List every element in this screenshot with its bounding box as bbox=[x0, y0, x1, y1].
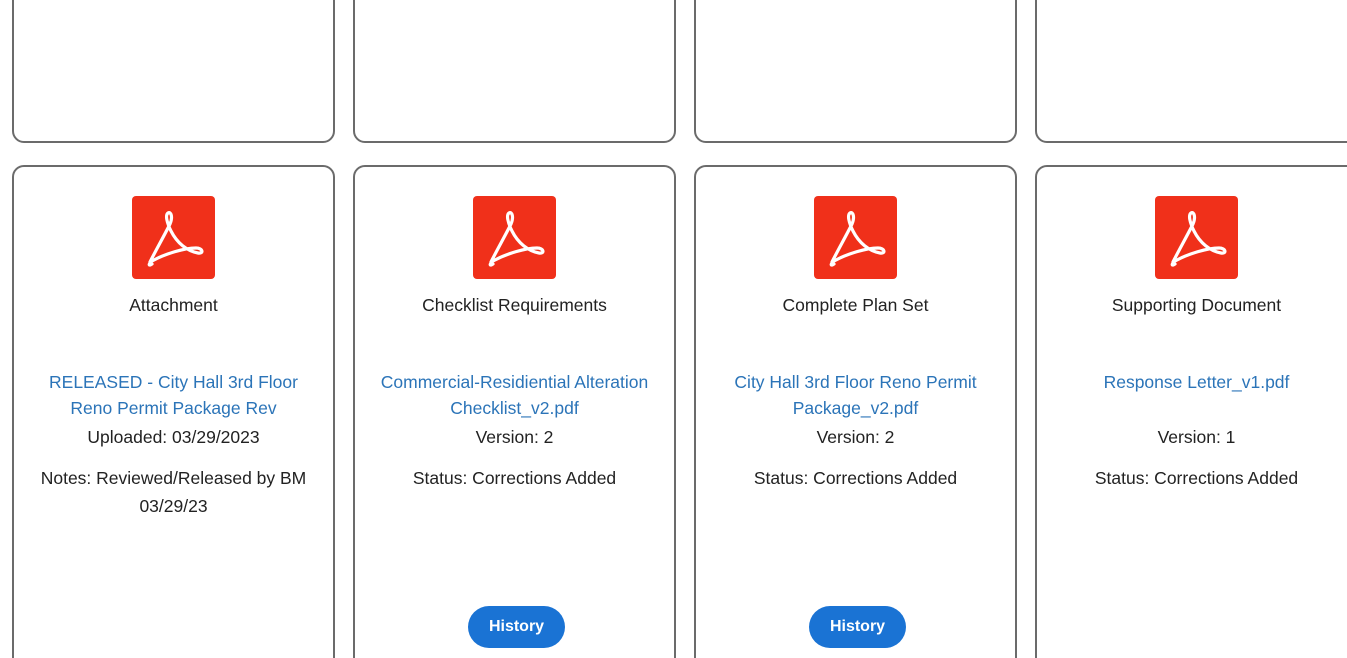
document-card-attachment: Attachment RELEASED - City Hall 3rd Floo… bbox=[12, 165, 335, 658]
document-grid: Attachment RELEASED - City Hall 3rd Floo… bbox=[0, 0, 1347, 658]
document-file-link[interactable]: Response Letter_v1.pdf bbox=[1053, 369, 1340, 395]
history-button[interactable]: History bbox=[809, 606, 906, 648]
document-type-label: Attachment bbox=[129, 295, 218, 315]
document-version: Version: 1 bbox=[1157, 427, 1236, 447]
pdf-icon[interactable] bbox=[132, 196, 215, 279]
document-version: Version: 2 bbox=[475, 427, 554, 447]
document-file-link[interactable]: City Hall 3rd Floor Reno Permit Package_… bbox=[712, 369, 999, 421]
document-card-top-3 bbox=[694, 0, 1017, 143]
pdf-icon-glyph bbox=[1170, 211, 1227, 267]
document-card-top-2 bbox=[353, 0, 676, 143]
document-card-supporting-document: Supporting Document Response Letter_v1.p… bbox=[1035, 165, 1347, 658]
document-type-label: Complete Plan Set bbox=[782, 295, 929, 315]
document-file-link[interactable]: RELEASED - City Hall 3rd Floor Reno Perm… bbox=[30, 369, 317, 421]
document-file-link[interactable]: Commercial-Residiential Alteration Check… bbox=[371, 369, 658, 421]
document-notes: Notes: Reviewed/Released by BM 03/29/23 bbox=[40, 468, 307, 516]
history-button[interactable]: History bbox=[468, 606, 565, 648]
document-status: Status: Corrections Added bbox=[753, 468, 958, 488]
document-status: Status: Corrections Added bbox=[412, 468, 617, 488]
pdf-icon-glyph bbox=[147, 211, 204, 267]
pdf-icon[interactable] bbox=[473, 196, 556, 279]
document-card-top-1 bbox=[12, 0, 335, 143]
document-status: Status: Corrections Added bbox=[1094, 468, 1299, 488]
pdf-icon[interactable] bbox=[1155, 196, 1238, 279]
pdf-icon-glyph bbox=[488, 211, 545, 267]
document-version: Version: 2 bbox=[816, 427, 895, 447]
uploaded-date: Uploaded: 03/29/2023 bbox=[87, 427, 260, 447]
document-card-top-4 bbox=[1035, 0, 1347, 143]
document-type-label: Checklist Requirements bbox=[422, 295, 607, 315]
document-card-complete-plan-set: Complete Plan Set City Hall 3rd Floor Re… bbox=[694, 165, 1017, 658]
document-card-checklist-requirements: Checklist Requirements Commercial-Residi… bbox=[353, 165, 676, 658]
pdf-icon-glyph bbox=[829, 211, 886, 267]
pdf-icon[interactable] bbox=[814, 196, 897, 279]
document-type-label: Supporting Document bbox=[1111, 295, 1282, 315]
